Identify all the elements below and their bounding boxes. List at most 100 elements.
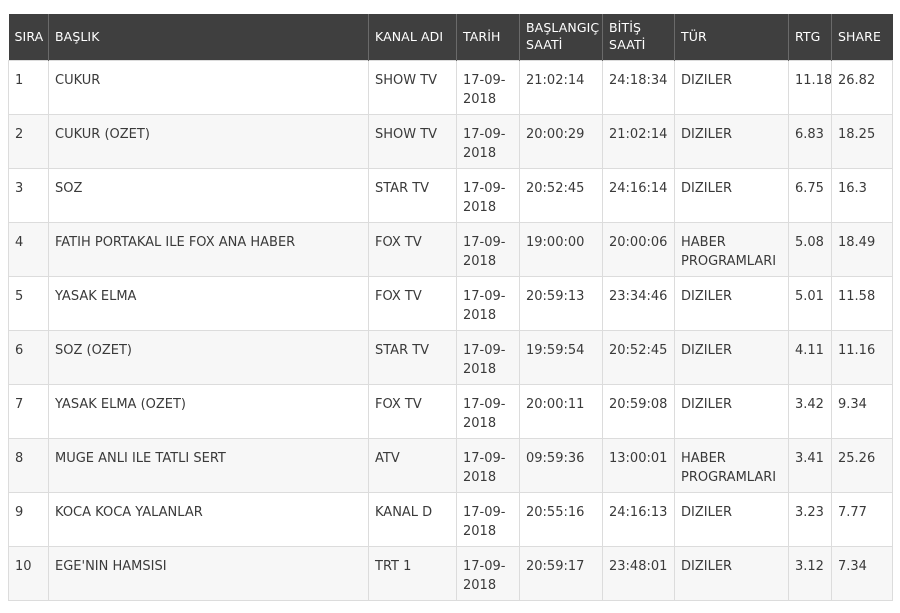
cell-tur-line1: HABER bbox=[681, 234, 726, 250]
cell-baslik: SOZ bbox=[48, 167, 369, 223]
header-share: SHARE bbox=[831, 14, 893, 60]
cell-tarih-line1: 17-09- bbox=[463, 180, 506, 196]
cell-rtg: 6.75 bbox=[788, 167, 832, 223]
cell-tarih-line1: 17-09- bbox=[463, 342, 506, 358]
cell-tur-line1: DIZILER bbox=[681, 126, 733, 142]
cell-share: 7.77 bbox=[831, 491, 893, 547]
table-row: 2 CUKUR (OZET) SHOW TV 17-09- 2018 20:00:… bbox=[8, 113, 893, 169]
cell-baslik: EGE'NIN HAMSISI bbox=[48, 545, 369, 601]
cell-share: 18.49 bbox=[831, 221, 893, 277]
cell-baslik: CUKUR (OZET) bbox=[48, 113, 369, 169]
cell-bitis: 13:00:01 bbox=[602, 437, 675, 493]
cell-tarih-line2: 2018 bbox=[463, 253, 497, 269]
cell-bitis: 24:16:14 bbox=[602, 167, 675, 223]
cell-kanal: STAR TV bbox=[368, 167, 457, 223]
cell-tarih: 17-09- 2018 bbox=[456, 491, 520, 547]
cell-sira: 5 bbox=[8, 275, 49, 331]
cell-kanal: FOX TV bbox=[368, 383, 457, 439]
cell-kanal: STAR TV bbox=[368, 329, 457, 385]
cell-baslik: YASAK ELMA (OZET) bbox=[48, 383, 369, 439]
cell-share: 26.82 bbox=[831, 59, 893, 115]
cell-tur: DIZILER bbox=[674, 167, 789, 223]
cell-share: 9.34 bbox=[831, 383, 893, 439]
cell-baslangic: 20:00:11 bbox=[519, 383, 603, 439]
cell-baslik: CUKUR bbox=[48, 59, 369, 115]
cell-tur-line1: DIZILER bbox=[681, 504, 733, 520]
header-kanal: KANAL ADI bbox=[368, 14, 457, 60]
cell-share: 25.26 bbox=[831, 437, 893, 493]
cell-kanal: KANAL D bbox=[368, 491, 457, 547]
cell-sira: 7 bbox=[8, 383, 49, 439]
table-row: 6 SOZ (OZET) STAR TV 17-09- 2018 19:59:54… bbox=[8, 329, 893, 385]
cell-tarih-line2: 2018 bbox=[463, 199, 497, 215]
cell-tur: DIZILER bbox=[674, 545, 789, 601]
cell-share: 7.34 bbox=[831, 545, 893, 601]
header-tarih: TARİH bbox=[456, 14, 520, 60]
cell-rtg: 4.11 bbox=[788, 329, 832, 385]
cell-share: 11.16 bbox=[831, 329, 893, 385]
cell-tur-line1: DIZILER bbox=[681, 342, 733, 358]
cell-tur: DIZILER bbox=[674, 275, 789, 331]
cell-tur-line1: HABER bbox=[681, 450, 726, 466]
cell-tur-line1: DIZILER bbox=[681, 396, 733, 412]
table-row: 4 FATIH PORTAKAL ILE FOX ANA HABER FOX T… bbox=[8, 221, 893, 277]
cell-tarih-line1: 17-09- bbox=[463, 126, 506, 142]
table-row: 1 CUKUR SHOW TV 17-09- 2018 21:02:14 24:1… bbox=[8, 59, 893, 115]
table-body: 1 CUKUR SHOW TV 17-09- 2018 21:02:14 24:1… bbox=[8, 59, 893, 601]
cell-sira: 8 bbox=[8, 437, 49, 493]
cell-tur: DIZILER bbox=[674, 491, 789, 547]
cell-tur-line2: PROGRAMLARI bbox=[681, 253, 777, 269]
header-bitis-line2: SAATİ bbox=[609, 37, 646, 52]
cell-bitis: 20:59:08 bbox=[602, 383, 675, 439]
table-header: SIRA BAŞLIK KANAL ADI TARİH BAŞLANGIÇ SAA… bbox=[8, 14, 893, 60]
cell-tarih-line1: 17-09- bbox=[463, 396, 506, 412]
cell-rtg: 5.01 bbox=[788, 275, 832, 331]
cell-tarih-line2: 2018 bbox=[463, 415, 497, 431]
cell-baslangic: 20:59:17 bbox=[519, 545, 603, 601]
cell-sira: 4 bbox=[8, 221, 49, 277]
cell-kanal: ATV bbox=[368, 437, 457, 493]
cell-rtg: 3.41 bbox=[788, 437, 832, 493]
cell-tur: DIZILER bbox=[674, 383, 789, 439]
cell-kanal: FOX TV bbox=[368, 221, 457, 277]
cell-tarih: 17-09- 2018 bbox=[456, 221, 520, 277]
cell-bitis: 23:48:01 bbox=[602, 545, 675, 601]
cell-tur: DIZILER bbox=[674, 329, 789, 385]
ratings-page: SIRA BAŞLIK KANAL ADI TARİH BAŞLANGIÇ SAA… bbox=[0, 0, 900, 613]
cell-tur-line1: DIZILER bbox=[681, 288, 733, 304]
cell-baslangic: 20:59:13 bbox=[519, 275, 603, 331]
header-row: SIRA BAŞLIK KANAL ADI TARİH BAŞLANGIÇ SAA… bbox=[8, 14, 893, 60]
cell-share: 16.3 bbox=[831, 167, 893, 223]
cell-baslangic: 09:59:36 bbox=[519, 437, 603, 493]
cell-tarih-line1: 17-09- bbox=[463, 504, 506, 520]
cell-tarih-line1: 17-09- bbox=[463, 234, 506, 250]
cell-tur: HABER PROGRAMLARI bbox=[674, 221, 789, 277]
ratings-table: SIRA BAŞLIK KANAL ADI TARİH BAŞLANGIÇ SAA… bbox=[8, 14, 893, 601]
header-baslik: BAŞLIK bbox=[48, 14, 369, 60]
cell-baslik: MUGE ANLI ILE TATLI SERT bbox=[48, 437, 369, 493]
table-row: 8 MUGE ANLI ILE TATLI SERT ATV 17-09- 201… bbox=[8, 437, 893, 493]
cell-tarih: 17-09- 2018 bbox=[456, 329, 520, 385]
cell-tarih-line1: 17-09- bbox=[463, 450, 506, 466]
cell-tarih: 17-09- 2018 bbox=[456, 437, 520, 493]
cell-tarih: 17-09- 2018 bbox=[456, 545, 520, 601]
cell-tarih-line2: 2018 bbox=[463, 577, 497, 593]
cell-sira: 3 bbox=[8, 167, 49, 223]
header-baslangic-line2: SAATİ bbox=[526, 37, 563, 52]
cell-tur-line1: DIZILER bbox=[681, 180, 733, 196]
cell-bitis: 21:02:14 bbox=[602, 113, 675, 169]
cell-tur-line1: DIZILER bbox=[681, 558, 733, 574]
cell-kanal: TRT 1 bbox=[368, 545, 457, 601]
cell-tarih-line2: 2018 bbox=[463, 523, 497, 539]
cell-rtg: 3.23 bbox=[788, 491, 832, 547]
cell-baslik: YASAK ELMA bbox=[48, 275, 369, 331]
cell-bitis: 20:52:45 bbox=[602, 329, 675, 385]
cell-baslik: KOCA KOCA YALANLAR bbox=[48, 491, 369, 547]
cell-baslangic: 20:00:29 bbox=[519, 113, 603, 169]
cell-baslangic: 19:00:00 bbox=[519, 221, 603, 277]
cell-baslik: SOZ (OZET) bbox=[48, 329, 369, 385]
cell-tur: DIZILER bbox=[674, 113, 789, 169]
cell-tarih-line2: 2018 bbox=[463, 91, 497, 107]
header-rtg: RTG bbox=[788, 14, 832, 60]
cell-share: 18.25 bbox=[831, 113, 893, 169]
